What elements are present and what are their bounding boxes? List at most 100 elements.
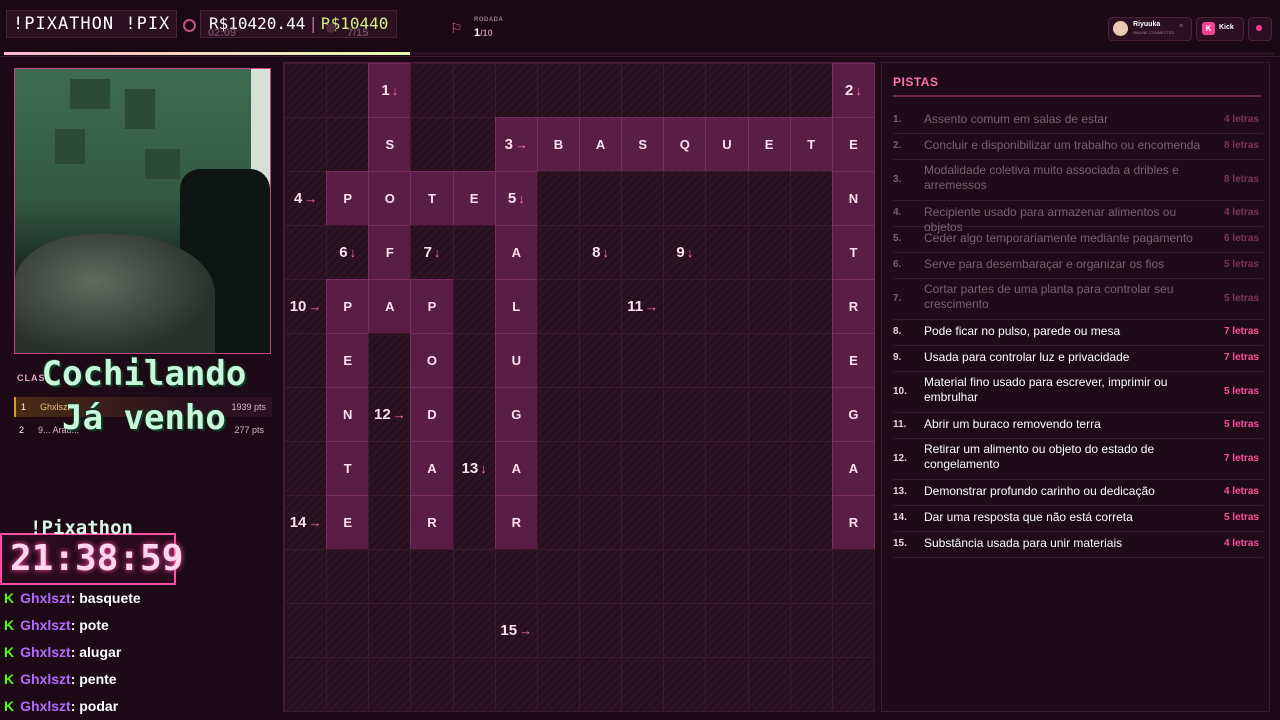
grid-empty-cell (621, 63, 665, 118)
grid-empty-cell (705, 63, 749, 118)
clue-text: Modalidade coletiva muito associada a dr… (924, 163, 1179, 192)
chat-text: : pente (70, 671, 117, 687)
grid-empty-cell (747, 333, 791, 388)
grid-letter: T (428, 191, 436, 206)
clue-text: Dar uma resposta que não está correta (924, 510, 1133, 524)
grid-empty-cell (452, 225, 496, 280)
clue-item[interactable]: 14. Dar uma resposta que não está correta… (893, 505, 1263, 532)
grid-clue-number: 2 ↓ (833, 64, 874, 117)
grid-letter-cell: E (747, 117, 791, 172)
grid-letter: T (343, 461, 352, 476)
settings-button[interactable] (1248, 17, 1272, 41)
avatar (1113, 21, 1128, 36)
grid-letter-cell: T (410, 171, 454, 226)
close-icon[interactable]: × (1179, 23, 1183, 30)
grid-empty-cell (789, 333, 833, 388)
clue-text: Serve para desembaraçar e organizar os f… (924, 257, 1165, 271)
grid-empty-cell (368, 549, 412, 604)
clue-text: Retirar um alimento ou objeto do estado … (924, 442, 1155, 471)
grid-empty-cell (705, 171, 749, 226)
clue-number: 11 (627, 298, 644, 315)
grid-empty-cell (705, 387, 749, 442)
clue-number: 15. (893, 538, 907, 549)
user-name: Riyuuka (1133, 21, 1161, 28)
grid-letter: N (343, 407, 353, 422)
grid-letter: P (343, 191, 353, 206)
arrow-down-icon: ↓ (433, 245, 441, 260)
grid-empty-cell (452, 279, 496, 334)
grid-letter-cell: S (621, 117, 665, 172)
grid-empty-cell (747, 63, 791, 118)
grid-letter: S (385, 137, 395, 152)
clue-length: 7 letras (1223, 352, 1259, 363)
clue-item[interactable]: 12. Retirar um alimento ou objeto do esta… (893, 438, 1263, 480)
clue-item[interactable]: 10. Material fino usado para escrever, im… (893, 371, 1263, 413)
clue-number: 10 (289, 298, 307, 315)
clue-item[interactable]: 15. Substância usada para unir materiais 4… (893, 531, 1263, 558)
clue-item[interactable]: 2. Concluir e disponibilizar um trabalho … (893, 133, 1263, 160)
grid-empty-cell (579, 387, 623, 442)
clue-item[interactable]: 7. Cortar partes de uma planta para contr… (893, 278, 1263, 320)
grid-empty-cell (452, 657, 496, 712)
clue-item[interactable]: 1. Assento comum em salas de estar 4 letra… (893, 107, 1263, 134)
grid-empty-cell (789, 495, 833, 550)
clue-number: 13 (461, 460, 479, 477)
grid-empty-cell (536, 63, 580, 118)
dot-icon (1256, 25, 1262, 31)
grid-clue-number: 4 → (285, 172, 326, 225)
grid-empty-cell (326, 63, 370, 118)
clue-item[interactable]: 6. Serve para desembaraçar e organizar os… (893, 252, 1263, 279)
grid-empty-cell (579, 603, 623, 658)
clue-item[interactable]: 13. Demonstrar profundo carinho ou dedica… (893, 479, 1263, 506)
grid-letter-cell: D (410, 387, 454, 442)
grid-number-cell: 7 ↓ (410, 225, 454, 280)
grid-empty-cell (747, 495, 791, 550)
grid-letter: A (511, 461, 521, 476)
grid-empty-cell (536, 603, 580, 658)
kick-button[interactable]: K Kick (1196, 17, 1244, 41)
grid-empty-cell (747, 387, 791, 442)
clue-item[interactable]: 3. Modalidade coletiva muito associada a … (893, 159, 1263, 201)
kick-logo-icon: K (1202, 22, 1215, 35)
grid-letter-cell: P (326, 171, 370, 226)
grid-empty-cell (494, 657, 538, 712)
grid-empty-cell (747, 279, 791, 334)
grid-empty-cell (536, 657, 580, 712)
grid-letter: E (849, 137, 858, 152)
grid-clue-number: 6 ↓ (327, 226, 368, 279)
grid-empty-cell (536, 549, 580, 604)
round-progress-fill (4, 52, 411, 55)
grid-empty-cell (284, 603, 328, 658)
chat-text: : podar (70, 698, 119, 714)
grid-empty-cell (368, 441, 412, 496)
clue-item[interactable]: 9. Usada para controlar luz e privacidade… (893, 345, 1263, 372)
grid-empty-cell (705, 495, 749, 550)
clues-divider (893, 95, 1261, 97)
grid-empty-cell (326, 657, 370, 712)
grid-empty-cell (747, 441, 791, 496)
grid-empty-cell (579, 171, 623, 226)
clue-item[interactable]: 4. Recipiente usado para armazenar alimen… (893, 200, 1263, 234)
grid-letter-cell: A (410, 441, 454, 496)
grid-letter-cell: P (410, 279, 454, 334)
chat-user: Ghxlszt (20, 590, 71, 606)
grid-empty-cell (789, 171, 833, 226)
status-overlay: Cochilando Já venho (41, 354, 247, 438)
grid-letter: E (469, 191, 479, 206)
grid-empty-cell (326, 117, 370, 172)
crossword-grid: 1 ↓ 2 ↓ S 3 → B A S Q U E T E 4 → P O T E 5 ↓ N 6 ↓ F 7 ↓ A 8 ↓ 9 ↓ T 10 → P A… (283, 62, 875, 712)
grid-letter: T (807, 137, 816, 152)
grid-empty-cell (705, 603, 749, 658)
clue-item[interactable]: 11. Abrir um buraco removendo terra 5 letr… (893, 412, 1263, 439)
grid-letter: E (343, 353, 353, 368)
grid-empty-cell (579, 549, 623, 604)
clue-length: 4 letras (1223, 207, 1259, 218)
clue-item[interactable]: 8. Pode ficar no pulso, parede ou mesa 7 l… (893, 319, 1263, 346)
user-chip[interactable]: Riyuuka ONLINE CONNECTED × (1108, 17, 1192, 41)
clue-item[interactable]: 5. Ceder algo temporariamente mediante pa… (893, 226, 1263, 253)
clue-number: 8 (592, 244, 601, 261)
clue-length: 5 letras (1223, 419, 1259, 430)
grid-letter-cell: E (326, 495, 370, 550)
grid-number-cell: 9 ↓ (663, 225, 707, 280)
grid-empty-cell (368, 603, 412, 658)
